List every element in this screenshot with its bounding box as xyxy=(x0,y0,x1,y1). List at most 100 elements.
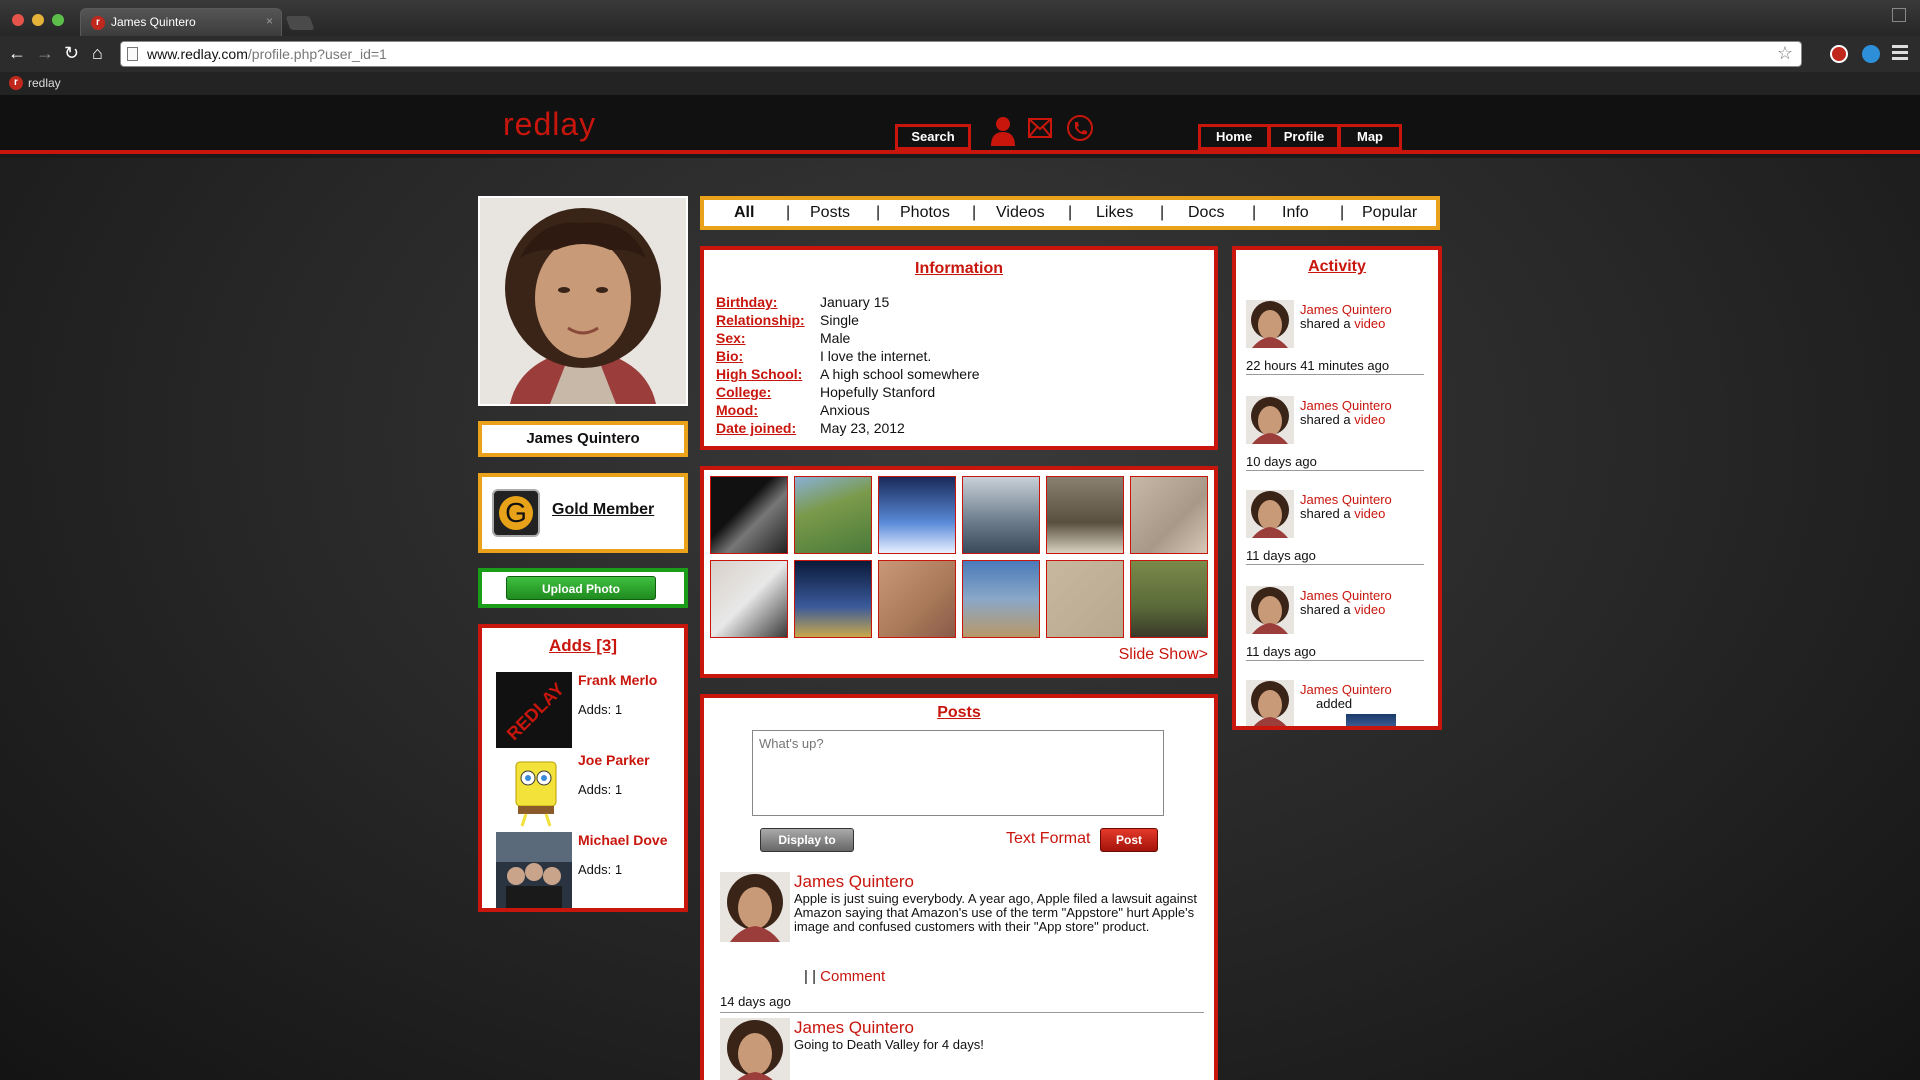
fullscreen-icon[interactable] xyxy=(1892,8,1906,22)
activity-timestamp: 10 days ago xyxy=(1246,454,1317,469)
browser-tab[interactable]: r James Quintero × xyxy=(80,8,282,36)
activity-timestamp: 22 hours 41 minutes ago xyxy=(1246,358,1390,373)
browser-menu-icon[interactable] xyxy=(1892,45,1908,61)
mail-icon[interactable] xyxy=(1028,118,1052,138)
extension-icon[interactable] xyxy=(1830,45,1848,63)
activity-object-link[interactable]: video xyxy=(1354,602,1385,617)
add-name[interactable]: Joe Parker xyxy=(578,752,650,768)
tab-separator: | xyxy=(1068,204,1073,221)
photo-thumbnail[interactable] xyxy=(710,560,788,638)
post-author[interactable]: James Quintero xyxy=(794,872,914,892)
photo-thumbnail[interactable] xyxy=(878,476,956,554)
home-icon[interactable]: ⌂ xyxy=(92,44,103,62)
forward-arrow-icon[interactable]: → xyxy=(36,44,54,62)
activity-user[interactable]: James Quintero xyxy=(1300,302,1392,317)
display-to-button[interactable]: Display to xyxy=(760,828,854,852)
photo-thumbnail[interactable] xyxy=(1046,560,1124,638)
status-input[interactable] xyxy=(752,730,1164,816)
activity-user[interactable]: James Quintero xyxy=(1300,588,1392,603)
comment-link[interactable]: Comment xyxy=(820,968,885,985)
bookmark-star-icon[interactable]: ☆ xyxy=(1777,43,1793,64)
membership-card[interactable]: G Gold Member xyxy=(478,473,688,553)
add-name[interactable]: Frank Merlo xyxy=(578,672,657,688)
phone-icon[interactable] xyxy=(1066,114,1094,142)
upload-photo-button[interactable]: Upload Photo xyxy=(506,576,656,600)
activity-object-link[interactable]: video xyxy=(1354,506,1385,521)
tab-photos[interactable]: Photos xyxy=(900,204,950,222)
tab-info[interactable]: Info xyxy=(1282,204,1309,222)
address-bar[interactable]: www.redlay.com/profile.php?user_id=1 ☆ xyxy=(120,41,1802,67)
activity-object-link[interactable]: video xyxy=(1354,316,1385,331)
post-author-avatar[interactable] xyxy=(720,872,790,942)
adds-title[interactable]: Adds [3] xyxy=(482,636,684,656)
tab-separator: | xyxy=(1160,204,1165,221)
activity-user[interactable]: James Quintero xyxy=(1300,398,1392,413)
activity-avatar[interactable] xyxy=(1246,396,1294,444)
nav-map-button[interactable]: Map xyxy=(1338,124,1402,150)
photo-thumbnail[interactable] xyxy=(878,560,956,638)
redlay-bookmark-icon[interactable]: r xyxy=(9,76,23,90)
photos-panel: Slide Show> xyxy=(700,466,1218,678)
activity-avatar[interactable] xyxy=(1246,586,1294,634)
profile-picture[interactable] xyxy=(478,196,688,406)
url-text[interactable]: www.redlay.com/profile.php?user_id=1 xyxy=(147,46,387,62)
nav-home-button[interactable]: Home xyxy=(1198,124,1270,150)
tab-posts[interactable]: Posts xyxy=(810,204,850,222)
bookmark-redlay[interactable]: redlay xyxy=(28,76,61,90)
activity-user[interactable]: James Quintero xyxy=(1300,492,1392,507)
text-format-link[interactable]: Text Format xyxy=(1006,830,1090,848)
activity-text: shared a video xyxy=(1300,316,1386,331)
divider xyxy=(1246,660,1424,661)
extension-icon[interactable] xyxy=(1862,45,1880,63)
photo-thumbnail[interactable] xyxy=(710,476,788,554)
activity-avatar[interactable] xyxy=(1246,490,1294,538)
close-window-button[interactable] xyxy=(12,14,24,26)
activity-timestamp: 11 days ago xyxy=(1246,548,1316,563)
activity-avatar[interactable] xyxy=(1246,300,1294,348)
add-item[interactable]: Joe Parker Adds: 1 xyxy=(496,752,676,828)
browser-toolbar: ← → ↻ ⌂ www.redlay.com/profile.php?user_… xyxy=(0,36,1920,72)
zoom-window-button[interactable] xyxy=(52,14,64,26)
tab-all[interactable]: All xyxy=(734,204,754,222)
add-name[interactable]: Michael Dove xyxy=(578,832,667,848)
photo-thumbnail[interactable] xyxy=(1130,560,1208,638)
activity-avatar[interactable] xyxy=(1246,680,1294,726)
activity-photo-thumbnail[interactable] xyxy=(1346,714,1396,726)
add-thumbnail[interactable] xyxy=(496,832,572,908)
search-button[interactable]: Search xyxy=(895,124,971,150)
add-thumbnail[interactable] xyxy=(496,752,572,828)
user-icon[interactable] xyxy=(990,116,1016,146)
add-item[interactable]: REDLAY Frank Merlo Adds: 1 xyxy=(496,672,676,748)
post-author-avatar[interactable] xyxy=(720,1018,790,1080)
photo-thumbnail[interactable] xyxy=(794,476,872,554)
tab-docs[interactable]: Docs xyxy=(1188,204,1224,222)
tab-videos[interactable]: Videos xyxy=(996,204,1045,222)
back-arrow-icon[interactable]: ← xyxy=(8,44,26,62)
tab-popular[interactable]: Popular xyxy=(1362,204,1417,222)
photo-thumbnail[interactable] xyxy=(794,560,872,638)
photo-thumbnail[interactable] xyxy=(962,476,1040,554)
minimize-window-button[interactable] xyxy=(32,14,44,26)
photo-thumbnail[interactable] xyxy=(1130,476,1208,554)
slideshow-link[interactable]: Slide Show> xyxy=(1119,646,1208,664)
divider xyxy=(1246,470,1424,471)
close-tab-icon[interactable]: × xyxy=(266,14,273,28)
add-item[interactable]: Michael Dove Adds: 1 xyxy=(496,832,676,908)
post-author[interactable]: James Quintero xyxy=(794,1018,914,1038)
post-button[interactable]: Post xyxy=(1100,828,1158,852)
membership-label[interactable]: Gold Member xyxy=(552,501,654,519)
page-body: James Quintero G Gold Member Upload Phot… xyxy=(0,158,1920,1080)
upload-photo-panel: Upload Photo xyxy=(478,568,688,608)
activity-object-link[interactable]: video xyxy=(1354,412,1385,427)
site-logo[interactable]: redlay xyxy=(503,106,596,143)
activity-user[interactable]: James Quintero xyxy=(1300,682,1392,697)
new-tab-button[interactable] xyxy=(285,16,315,30)
gold-badge-icon: G xyxy=(492,489,540,537)
photo-thumbnail[interactable] xyxy=(962,560,1040,638)
tab-likes[interactable]: Likes xyxy=(1096,204,1133,222)
nav-profile-button[interactable]: Profile xyxy=(1268,124,1340,150)
add-thumbnail[interactable]: REDLAY xyxy=(496,672,572,748)
reload-icon[interactable]: ↻ xyxy=(64,44,79,62)
tab-title: James Quintero xyxy=(111,15,196,29)
photo-thumbnail[interactable] xyxy=(1046,476,1124,554)
